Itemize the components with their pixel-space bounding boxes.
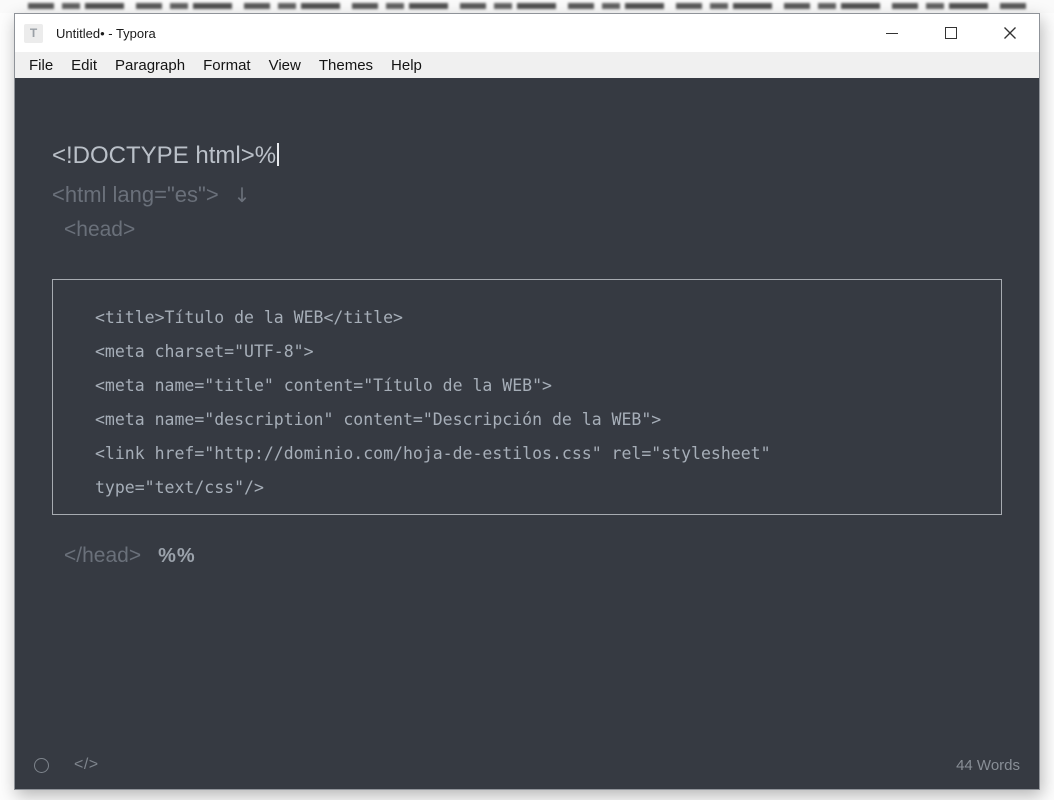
menu-themes[interactable]: Themes	[310, 52, 382, 78]
menu-file[interactable]: File	[20, 52, 62, 78]
code-line: <link href="http://dominio.com/hoja-de-e…	[95, 437, 991, 471]
typora-app-icon: T	[24, 24, 43, 43]
code-block[interactable]: <title>Título de la WEB</title> <meta ch…	[52, 279, 1002, 515]
doctype-text: <!DOCTYPE html>%	[52, 142, 276, 169]
code-line: <meta charset="UTF-8">	[95, 335, 991, 369]
minimize-icon	[886, 33, 898, 34]
html-open-text: <html lang="es">	[52, 182, 219, 207]
window-title: Untitled• - Typora	[56, 26, 156, 41]
html-open-line: <html lang="es"> ↓	[52, 182, 250, 208]
menu-format[interactable]: Format	[194, 52, 260, 78]
maximize-icon	[945, 27, 957, 39]
head-close-text: </head>	[64, 544, 141, 567]
menu-view[interactable]: View	[260, 52, 310, 78]
down-arrow-icon: ↓	[234, 183, 251, 207]
code-line: <title>Título de la WEB</title>	[95, 301, 991, 335]
title-bar: T Untitled• - Typora	[15, 14, 1039, 52]
minimize-button[interactable]	[862, 14, 921, 52]
word-count[interactable]: 44 Words	[956, 757, 1020, 774]
background-window-sliver	[0, 0, 1054, 13]
blurred-background-text	[28, 3, 1034, 9]
close-button[interactable]	[980, 14, 1039, 52]
maximize-button[interactable]	[921, 14, 980, 52]
menu-edit[interactable]: Edit	[62, 52, 106, 78]
code-line: <meta name="title" content="Título de la…	[95, 369, 991, 403]
code-line: <meta name="description" content="Descri…	[95, 403, 991, 437]
window-controls	[862, 14, 1039, 52]
menu-bar: File Edit Paragraph Format View Themes H…	[15, 52, 1039, 78]
text-cursor	[277, 143, 279, 166]
head-close-suffix: %%	[158, 545, 196, 567]
menu-help[interactable]: Help	[382, 52, 431, 78]
typora-window: T Untitled• - Typora File Edit Paragraph…	[14, 13, 1040, 790]
menu-paragraph[interactable]: Paragraph	[106, 52, 194, 78]
editor-area[interactable]: <!DOCTYPE html>% <html lang="es"> ↓ <head…	[15, 78, 1039, 789]
circle-outline-icon[interactable]	[34, 758, 49, 773]
head-close-line: </head>%%	[64, 544, 196, 568]
status-bar: </> 44 Words	[15, 741, 1039, 789]
head-open-line: <head>	[64, 218, 135, 242]
close-icon	[1003, 26, 1017, 40]
doctype-line: <!DOCTYPE html>%	[52, 142, 279, 170]
source-code-mode-icon[interactable]: </>	[74, 756, 99, 774]
code-line: type="text/css"/>	[95, 471, 991, 505]
